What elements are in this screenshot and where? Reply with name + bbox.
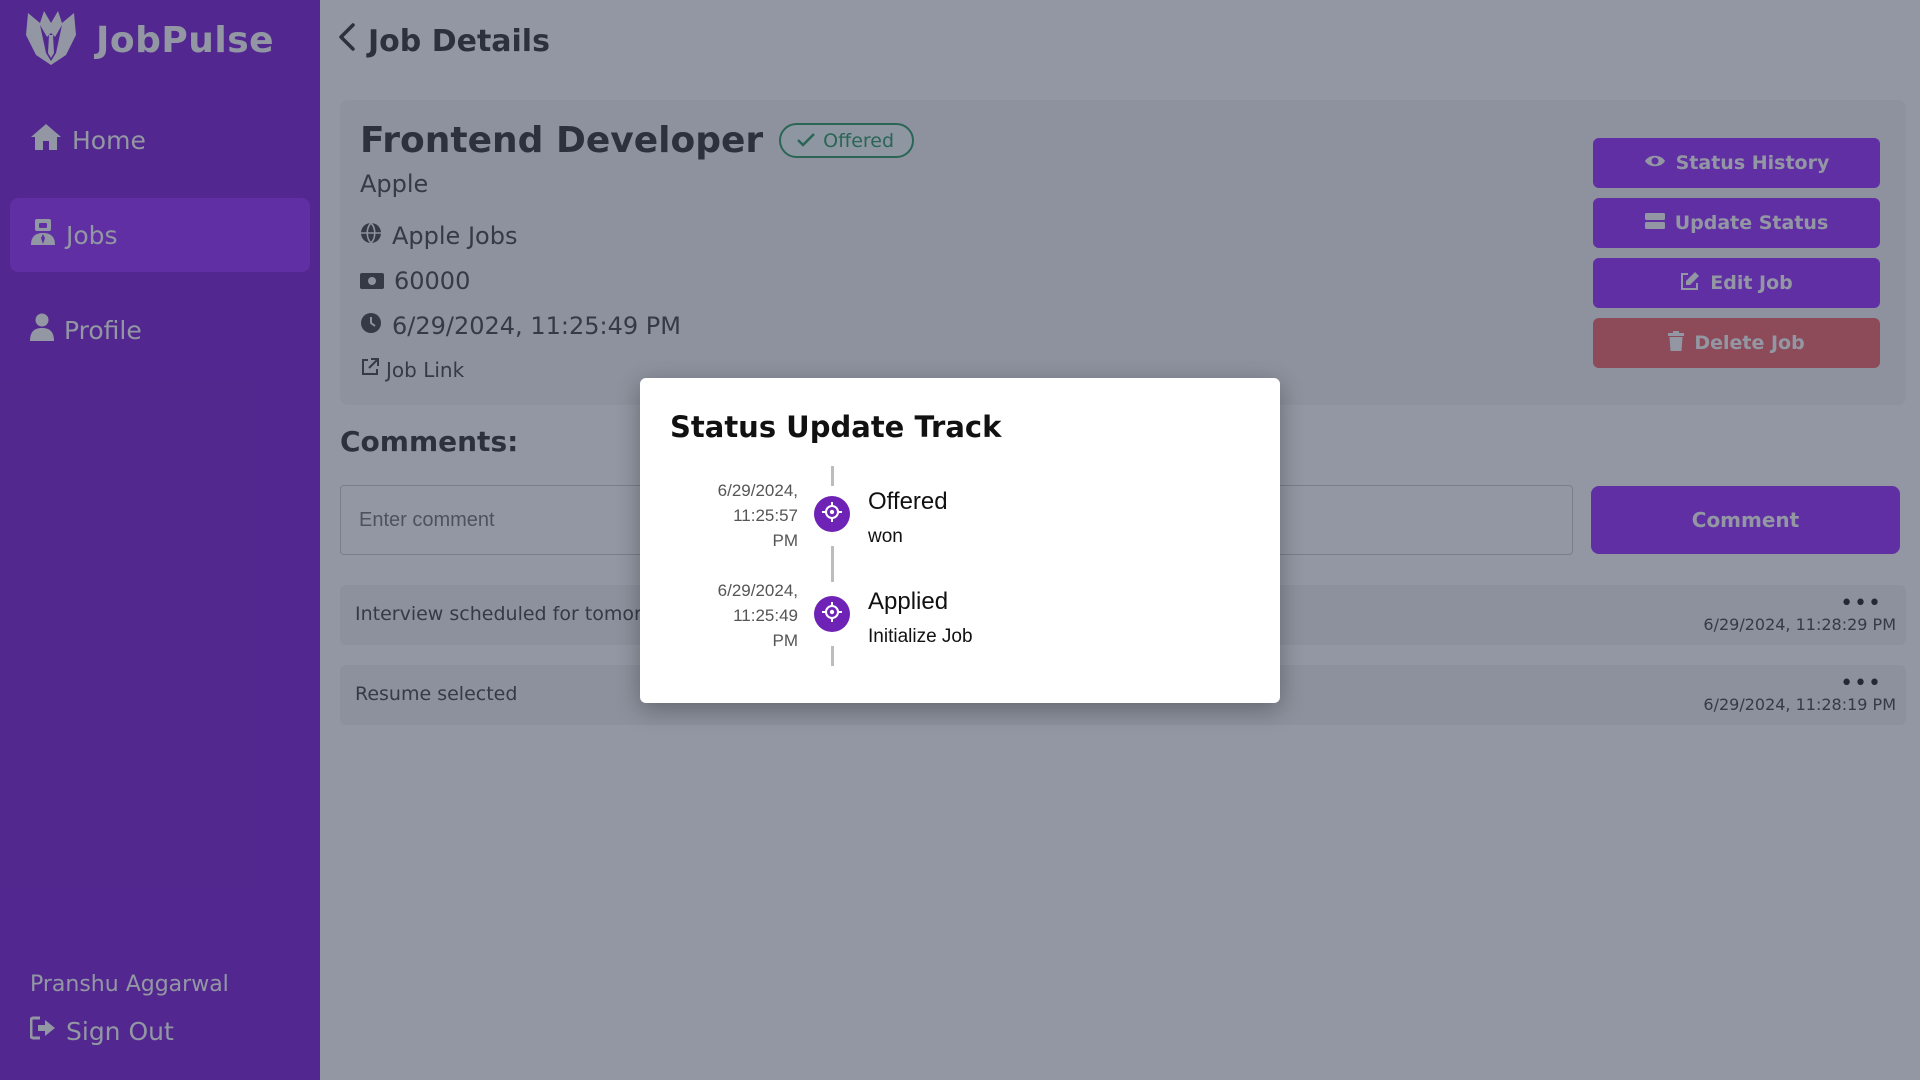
crosshair-icon (821, 601, 843, 627)
timeline-dot (814, 496, 850, 532)
timeline-time-text: 11:25:57 (733, 506, 798, 525)
timeline-dot (814, 596, 850, 632)
timeline-line (831, 466, 834, 486)
timeline-ampm-text: PM (772, 631, 799, 650)
crosshair-icon (821, 501, 843, 527)
status-track-modal: Status Update Track 6/29/2024, 11:25:57 … (640, 378, 1280, 703)
timeline-time: 6/29/2024, 11:25:57 PM (680, 478, 798, 553)
timeline-note: won (868, 526, 903, 547)
timeline-note: Initialize Job (868, 626, 973, 647)
timeline-date-text: 6/29/2024, (717, 481, 798, 500)
timeline-status: Offered (868, 488, 948, 515)
timeline-time-text: 11:25:49 (733, 606, 798, 625)
timeline-time: 6/29/2024, 11:25:49 PM (680, 578, 798, 653)
modal-title: Status Update Track (670, 410, 1002, 444)
timeline-date-text: 6/29/2024, (717, 581, 798, 600)
timeline-line (831, 646, 834, 666)
timeline-line (831, 546, 834, 582)
timeline-ampm-text: PM (772, 531, 799, 550)
timeline-status: Applied (868, 588, 949, 615)
